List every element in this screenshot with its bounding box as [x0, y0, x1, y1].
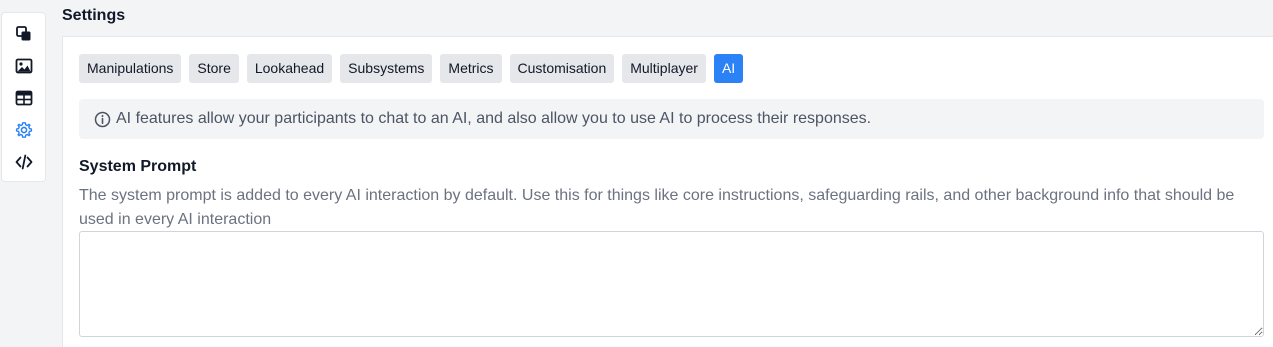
- info-text: AI features allow your participants to c…: [116, 110, 872, 127]
- tab-multiplayer[interactable]: Multiplayer: [622, 54, 706, 83]
- settings-tabs: Manipulations Store Lookahead Subsystems…: [79, 54, 744, 83]
- settings-panel: Manipulations Store Lookahead Subsystems…: [62, 36, 1273, 347]
- tab-ai[interactable]: AI: [713, 54, 744, 83]
- tab-store[interactable]: Store: [189, 54, 239, 83]
- system-prompt-title: System Prompt: [79, 158, 197, 175]
- image-icon[interactable]: [13, 55, 35, 77]
- tab-customisation[interactable]: Customisation: [509, 54, 615, 83]
- tab-lookahead[interactable]: Lookahead: [246, 54, 333, 83]
- copy-icon[interactable]: [13, 23, 35, 45]
- info-banner: AI features allow your participants to c…: [79, 99, 1264, 139]
- tab-manipulations[interactable]: Manipulations: [79, 54, 182, 83]
- tab-metrics[interactable]: Metrics: [440, 54, 502, 83]
- page-title: Settings: [62, 7, 126, 24]
- table-icon[interactable]: [13, 87, 35, 109]
- system-prompt-input[interactable]: [79, 231, 1264, 337]
- sidebar: [1, 12, 46, 182]
- gear-icon[interactable]: [13, 119, 35, 141]
- info-icon: [94, 111, 111, 127]
- tab-subsystems[interactable]: Subsystems: [340, 54, 433, 83]
- code-icon[interactable]: [13, 151, 35, 173]
- system-prompt-description: The system prompt is added to every AI i…: [79, 187, 1235, 228]
